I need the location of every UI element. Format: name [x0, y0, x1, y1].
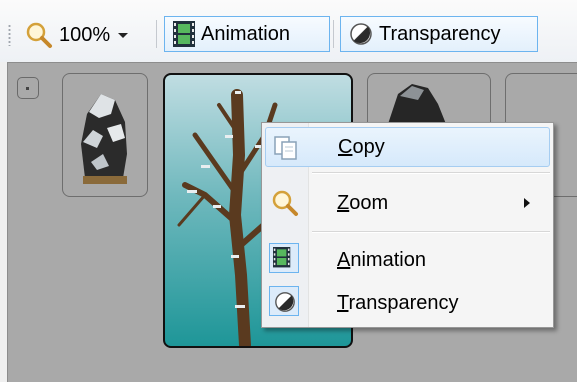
transparency-icon — [350, 23, 372, 45]
film-icon — [273, 247, 291, 268]
menu-item-zoom[interactable]: Zoom — [265, 183, 550, 223]
collapse-toggle[interactable] — [17, 77, 39, 99]
sprite-thumbnail[interactable] — [62, 73, 148, 197]
transparency-button-label: Transparency — [379, 22, 501, 45]
zoom-value: 100% — [59, 23, 111, 46]
menu-item-transparency[interactable]: Transparency — [265, 283, 550, 323]
menu-item-label: Copy — [338, 135, 385, 158]
toolbar-separator — [156, 20, 157, 48]
transparency-button[interactable]: Transparency — [340, 16, 538, 52]
chevron-down-icon — [118, 32, 129, 38]
context-menu: Copy Zoom Animation Transparency — [261, 122, 554, 328]
menu-separator — [312, 231, 550, 233]
snowy-rock-image — [81, 94, 127, 184]
animation-button[interactable]: Animation — [164, 16, 330, 52]
menu-item-label: Zoom — [337, 191, 389, 214]
magnifier-icon — [26, 22, 52, 48]
submenu-arrow-icon — [524, 198, 530, 208]
copy-icon — [274, 136, 297, 160]
sprite-thumbnail[interactable] — [367, 73, 491, 125]
menu-separator — [312, 172, 550, 174]
toolbar-separator — [333, 20, 334, 48]
menu-item-label: Transparency — [337, 291, 459, 314]
menu-item-copy[interactable]: Copy — [265, 127, 550, 167]
toolbar: 100% Animation Transparency — [0, 0, 577, 62]
transparency-icon — [275, 292, 295, 312]
magnifier-icon — [272, 190, 298, 216]
menu-item-label: Animation — [337, 248, 426, 271]
toolbar-grip[interactable] — [8, 24, 11, 46]
zoom-dropdown[interactable]: 100% — [25, 18, 155, 52]
menu-item-animation[interactable]: Animation — [265, 240, 550, 280]
animation-button-label: Animation — [201, 22, 290, 45]
film-icon — [173, 21, 195, 47]
dark-rock-image — [388, 84, 446, 124]
